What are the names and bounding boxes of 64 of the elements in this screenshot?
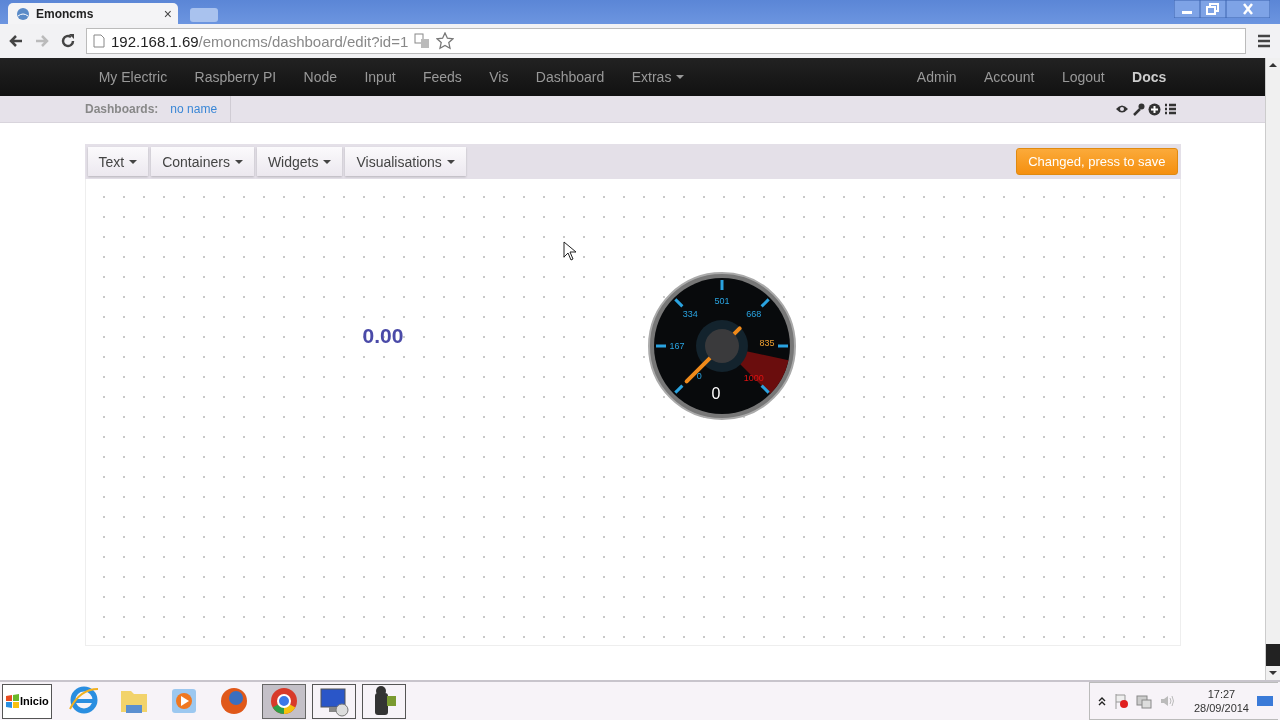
chevron-up-icon[interactable] (1097, 696, 1106, 706)
gauge-tick (720, 280, 723, 290)
nav-link[interactable]: Docs (1118, 69, 1180, 85)
dashboards-label: Dashboards: (85, 102, 159, 116)
back-icon[interactable] (8, 33, 24, 49)
caret-icon (323, 159, 332, 164)
plus-circle-icon[interactable] (1148, 102, 1161, 116)
gauge-scale-label: 1000 (743, 372, 764, 383)
taskbar-button[interactable] (362, 683, 406, 719)
value-text: 0.00 (362, 324, 404, 348)
nav-link[interactable]: Input (350, 69, 410, 85)
show-desktop-icon[interactable] (1256, 694, 1274, 708)
gauge-reading: 0 (711, 385, 720, 402)
reload-icon[interactable] (60, 33, 76, 49)
wrench-icon[interactable] (1132, 102, 1145, 116)
gauge-tick (760, 298, 770, 308)
minimize-icon[interactable] (1174, 0, 1200, 18)
gauge-scale-label: 167 (669, 341, 684, 351)
nav-link[interactable]: Feeds (409, 69, 476, 85)
gauge-tick (673, 384, 683, 394)
globe-icon (16, 6, 30, 21)
gauge-scale-label: 334 (682, 309, 698, 320)
list-icon[interactable] (1164, 102, 1177, 115)
gauge-scale-label: 668 (745, 309, 761, 320)
restore-icon[interactable] (1200, 0, 1226, 18)
address-bar[interactable]: 192.168.1.69/emoncms/dashboard/edit?id=1 (86, 28, 1246, 54)
network-icon[interactable] (1135, 693, 1152, 709)
nav-link[interactable]: Raspberry PI (180, 69, 290, 85)
nav-dropdown[interactable]: Extras (618, 69, 699, 85)
close-icon[interactable] (1226, 0, 1270, 18)
gauge-tick (760, 384, 770, 394)
gauge-tick (655, 344, 666, 348)
menu-button[interactable]: Widgets (256, 147, 343, 176)
menu-button[interactable]: Visualisations (345, 147, 466, 176)
gauge-scale-label: 835 (759, 338, 774, 348)
caret-icon (129, 159, 138, 164)
nav-link[interactable]: Logout (1048, 69, 1119, 85)
needle-hub (704, 329, 739, 363)
nav-link[interactable]: Admin (903, 69, 971, 85)
windows-logo-icon (5, 694, 19, 708)
gauge-scale-label: 0 (696, 370, 702, 381)
gauge-scale-label: 501 (714, 296, 729, 306)
menu-icon[interactable] (1256, 33, 1272, 49)
cursor-icon (562, 241, 577, 261)
menu-button[interactable]: Containers (151, 147, 254, 176)
taskbar-button[interactable] (312, 683, 356, 719)
gauge-tick (777, 344, 788, 348)
browser-tab[interactable]: Emoncms × (8, 3, 178, 24)
caret-icon (234, 159, 243, 164)
taskbar-button[interactable] (262, 683, 306, 719)
scrollbar-thumb[interactable] (1266, 644, 1280, 666)
nav-link[interactable]: My Electric (85, 69, 181, 85)
url-text: 192.168.1.69/emoncms/dashboard/edit?id=1 (111, 32, 409, 50)
flag-alert-icon[interactable] (1112, 693, 1129, 709)
nav-link[interactable]: Node (289, 69, 351, 85)
page-icon (93, 34, 105, 48)
gauge-tick (673, 298, 683, 308)
nav-link[interactable]: Dashboard (522, 69, 618, 85)
menu-button[interactable]: Text (87, 147, 149, 176)
caret-icon (446, 159, 455, 164)
start-button[interactable]: Inicio (2, 683, 52, 719)
nav-link[interactable]: Account (970, 69, 1049, 85)
star-icon[interactable] (436, 32, 455, 50)
nav-link[interactable]: Vis (475, 69, 523, 85)
